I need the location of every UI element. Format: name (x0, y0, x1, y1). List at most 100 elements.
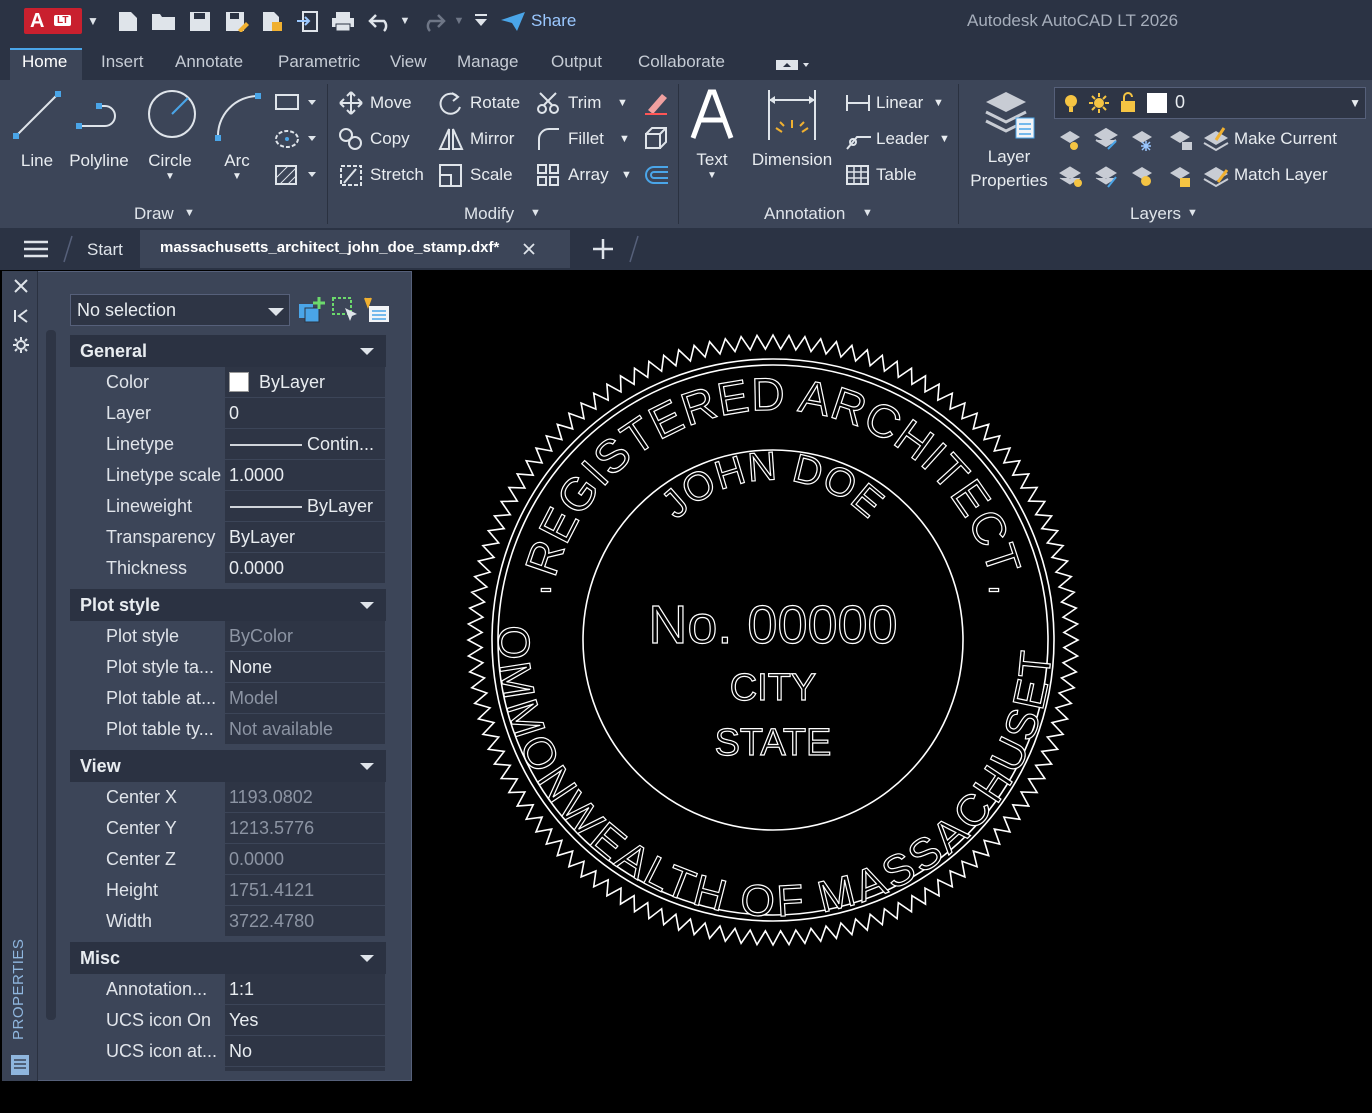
drawing-canvas[interactable]: REGISTERED ARCHITECT JOHN DOE COMMONWEAL… (396, 262, 1372, 1108)
layer-tools-row2-icons[interactable] (1058, 163, 1200, 189)
property-row[interactable]: Thickness 0.0000 (96, 553, 386, 583)
tab-manage[interactable]: Manage (457, 52, 518, 72)
property-row[interactable]: Lineweight ByLayer (96, 491, 386, 521)
open-folder-icon[interactable] (150, 10, 178, 32)
section-plot-style-header[interactable]: Plot style (70, 589, 386, 621)
text-dropdown-chevron-icon[interactable]: ▼ (688, 170, 736, 182)
property-value[interactable]: 1:1 (225, 974, 385, 1004)
hamburger-menu-icon[interactable] (23, 239, 49, 259)
layer-dropdown-chevron-icon[interactable]: ▼ (1349, 96, 1361, 110)
tab-insert[interactable]: Insert (101, 52, 144, 72)
text-button[interactable]: Text ▼ (688, 86, 736, 182)
tab-parametric[interactable]: Parametric (278, 52, 360, 72)
collapse-chevron-icon[interactable] (360, 763, 374, 770)
property-value-lineweight[interactable]: ByLayer (225, 491, 385, 521)
explode-icon[interactable] (642, 126, 670, 152)
array-dropdown-chevron-icon[interactable]: ▼ (621, 162, 632, 188)
modify-panel-label[interactable]: Modify (464, 204, 514, 224)
draw-panel-label[interactable]: Draw (134, 204, 174, 224)
property-row[interactable]: Plot style ByColor (96, 621, 386, 651)
property-value[interactable]: ByLayer (225, 522, 385, 552)
print-icon[interactable] (330, 10, 356, 32)
property-row[interactable]: Color ByLayer (96, 367, 386, 397)
annotation-panel-label[interactable]: Annotation (764, 204, 845, 224)
mirror-button[interactable]: Mirror (470, 126, 514, 152)
property-row[interactable]: Height 1751.4121 (96, 875, 386, 905)
close-palette-icon[interactable] (13, 278, 29, 294)
layer-tools-row1-icons[interactable] (1058, 127, 1200, 153)
leader-button[interactable]: Leader (876, 126, 929, 152)
property-value[interactable]: 0 (225, 398, 385, 428)
new-tab-plus-icon[interactable] (590, 236, 616, 262)
auto-hide-icon[interactable] (13, 308, 29, 324)
save-as-icon[interactable] (224, 10, 250, 32)
tab-view[interactable]: View (390, 52, 427, 72)
palette-settings-gear-icon[interactable] (12, 336, 30, 354)
selection-dropdown[interactable]: No selection (70, 294, 290, 326)
erase-icon[interactable] (642, 90, 670, 116)
tab-home[interactable]: Home (22, 52, 67, 72)
hatch-icon[interactable] (274, 164, 318, 186)
move-button[interactable]: Move (370, 90, 412, 116)
property-row[interactable]: Transparency ByLayer (96, 522, 386, 552)
redo-icon[interactable] (420, 10, 446, 32)
collapse-chevron-icon[interactable] (360, 348, 374, 355)
rectangle-icon[interactable] (274, 92, 318, 114)
quick-select-icon[interactable] (363, 296, 391, 324)
property-row[interactable]: Plot table ty... Not available (96, 714, 386, 744)
property-row[interactable]: Center Y 1213.5776 (96, 813, 386, 843)
property-value[interactable]: None (225, 652, 385, 682)
toggle-pickadd-icon[interactable] (297, 296, 325, 324)
property-row[interactable]: Linetype scale 1.0000 (96, 460, 386, 490)
fillet-dropdown-chevron-icon[interactable]: ▼ (619, 126, 630, 152)
select-objects-icon[interactable] (331, 296, 359, 324)
app-menu-button[interactable]: A LT (24, 8, 82, 34)
undo-dropdown-chevron-icon[interactable]: ▼ (398, 9, 412, 33)
tab-annotate[interactable]: Annotate (175, 52, 243, 72)
selection-chevron-down-icon[interactable] (267, 307, 285, 317)
collapse-chevron-icon[interactable] (360, 955, 374, 962)
redo-dropdown-chevron-icon[interactable]: ▼ (452, 9, 466, 33)
polyline-button[interactable]: Polyline (66, 88, 132, 171)
stretch-button[interactable]: Stretch (370, 162, 424, 188)
property-value[interactable]: 0.0000 (225, 553, 385, 583)
app-menu-chevron-icon[interactable]: ▼ (86, 9, 100, 33)
active-document-tab-label[interactable]: massachusetts_architect_john_doe_stamp.d… (160, 239, 499, 256)
property-value[interactable]: No (225, 1036, 385, 1066)
property-row[interactable]: UCS icon at... No (96, 1036, 386, 1066)
new-file-icon[interactable] (116, 10, 140, 32)
property-row[interactable]: Center Z 0.0000 (96, 844, 386, 874)
import-icon[interactable] (296, 10, 320, 32)
section-misc-header[interactable]: Misc (70, 942, 386, 974)
annotation-panel-expand-icon[interactable]: ▼ (862, 207, 873, 219)
offset-icon[interactable] (642, 162, 670, 188)
share-button[interactable]: Share (531, 9, 576, 33)
undo-icon[interactable] (368, 10, 394, 32)
scale-button[interactable]: Scale (470, 162, 513, 188)
layers-panel-label[interactable]: Layers (1130, 204, 1181, 224)
arc-button[interactable]: Arc ▼ (208, 88, 266, 183)
property-value-color[interactable]: ByLayer (225, 367, 385, 397)
property-row[interactable]: Layer 0 (96, 398, 386, 428)
collapse-chevron-icon[interactable] (360, 602, 374, 609)
rotate-button[interactable]: Rotate (470, 90, 520, 116)
property-row[interactable]: Linetype Contin... (96, 429, 386, 459)
layer-properties-button[interactable]: Layer Properties (966, 86, 1052, 191)
trim-dropdown-chevron-icon[interactable]: ▼ (617, 90, 628, 116)
array-button[interactable]: Array (568, 162, 609, 188)
dimension-button[interactable]: Dimension (746, 86, 838, 170)
tab-collaborate[interactable]: Collaborate (638, 52, 725, 72)
modify-panel-expand-icon[interactable]: ▼ (530, 207, 541, 219)
property-row[interactable]: Annotation... 1:1 (96, 974, 386, 1004)
save-icon[interactable] (188, 10, 212, 32)
layer-dropdown[interactable]: 0 ▼ (1054, 87, 1366, 119)
property-row[interactable]: Plot style ta... None (96, 652, 386, 682)
property-value[interactable]: Yes (225, 1005, 385, 1035)
linear-dropdown-chevron-icon[interactable]: ▼ (933, 90, 944, 116)
table-button[interactable]: Table (876, 162, 917, 188)
close-tab-icon[interactable] (522, 242, 536, 256)
properties-scrollbar[interactable] (46, 330, 56, 1020)
copy-button[interactable]: Copy (370, 126, 410, 152)
linear-button[interactable]: Linear (876, 90, 923, 116)
circle-button[interactable]: Circle ▼ (140, 88, 200, 183)
